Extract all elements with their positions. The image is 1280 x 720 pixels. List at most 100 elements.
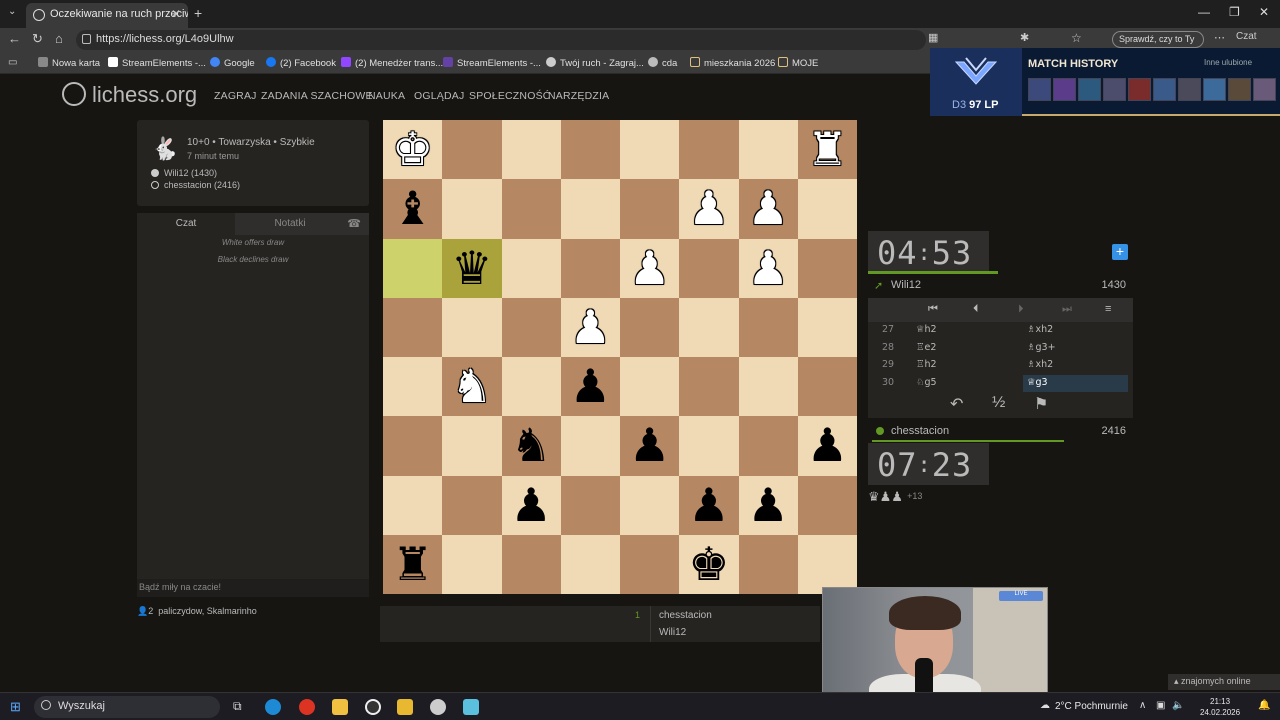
taskbar-search[interactable]: Wyszukaj: [34, 696, 220, 718]
white-rook[interactable]: ♜: [798, 120, 857, 179]
black-pawn[interactable]: ♟: [502, 476, 561, 535]
square-h4[interactable]: [383, 297, 443, 357]
nav-learn[interactable]: NAUKA: [368, 90, 405, 102]
other-favorites[interactable]: Inne ulubione: [1204, 58, 1252, 67]
square-d5[interactable]: [620, 357, 680, 417]
browser-tab[interactable]: Oczekiwanie na ruch przeciwnika ✕: [26, 3, 188, 28]
square-g6[interactable]: [442, 416, 502, 476]
square-d8[interactable]: [620, 534, 680, 594]
system-clock[interactable]: 21:13 24.02.2026: [1200, 696, 1240, 718]
last-move-icon[interactable]: ⏭: [1062, 303, 1072, 316]
extension-icon[interactable]: ▦: [928, 31, 938, 44]
white-pawn[interactable]: ♟: [679, 179, 738, 238]
white-move[interactable]: ♖e2: [916, 342, 936, 353]
white-player-line[interactable]: Wili12 (1430): [151, 168, 217, 178]
square-f3[interactable]: [501, 238, 561, 298]
next-move-icon[interactable]: ⏵: [1018, 303, 1024, 316]
black-move[interactable]: ♗g3+: [1023, 340, 1128, 357]
square-f5[interactable]: [501, 357, 561, 417]
square-a4[interactable]: [797, 297, 857, 357]
square-h3[interactable]: [383, 238, 443, 298]
tray-overflow-icon[interactable]: ∧: [1139, 700, 1146, 711]
square-g2[interactable]: [442, 179, 502, 239]
white-pawn[interactable]: ♟: [739, 179, 798, 238]
square-d7[interactable]: [620, 475, 680, 535]
bookmark-item[interactable]: cda: [648, 57, 677, 69]
square-d4[interactable]: [620, 297, 680, 357]
resign-flag-icon[interactable]: ⚑: [1034, 394, 1048, 414]
extensions-icon[interactable]: ✱: [1020, 31, 1029, 44]
black-pawn[interactable]: ♟: [739, 476, 798, 535]
close-tab-icon[interactable]: ✕: [171, 7, 181, 21]
copilot-button[interactable]: Czat: [1236, 31, 1257, 42]
file-explorer-icon[interactable]: [332, 699, 348, 715]
opponent-name[interactable]: Wili12: [891, 279, 921, 291]
square-a7[interactable]: [797, 475, 857, 535]
black-king[interactable]: ♚: [679, 535, 738, 594]
task-view-icon[interactable]: ⧉: [233, 699, 242, 714]
square-d2[interactable]: [620, 179, 680, 239]
white-king[interactable]: ♚: [383, 120, 442, 179]
square-f4[interactable]: [501, 297, 561, 357]
square-b4[interactable]: [738, 297, 798, 357]
windows-start-icon[interactable]: ⊞: [10, 699, 21, 715]
square-h5[interactable]: [383, 357, 443, 417]
square-b6[interactable]: [738, 416, 798, 476]
white-pawn[interactable]: ♟: [739, 239, 798, 298]
white-move[interactable]: ♘g5: [916, 377, 937, 388]
white-pawn[interactable]: ♟: [620, 239, 679, 298]
black-player-line[interactable]: chesstacion (2416): [151, 180, 240, 190]
black-pawn[interactable]: ♟: [798, 416, 857, 475]
square-e6[interactable]: [560, 416, 620, 476]
square-f8[interactable]: [501, 534, 561, 594]
sidebar-toggle-icon[interactable]: ▭: [8, 57, 17, 68]
url-field[interactable]: https://lichess.org/L4o9Ulhw: [76, 30, 926, 50]
square-a8[interactable]: [797, 534, 857, 594]
nav-watch[interactable]: OGLĄDAJ: [414, 90, 464, 102]
square-c6[interactable]: [679, 416, 739, 476]
nav-tools[interactable]: NARZĘDZIA: [548, 90, 609, 102]
site-info-icon[interactable]: [82, 34, 91, 44]
notepad-icon[interactable]: [463, 699, 479, 715]
square-e2[interactable]: [560, 179, 620, 239]
crosstable-player[interactable]: chesstacion: [659, 610, 712, 621]
square-c5[interactable]: [679, 357, 739, 417]
black-rook[interactable]: ♜: [383, 535, 442, 594]
bookmark-item[interactable]: (2) Facebook: [266, 57, 336, 69]
square-c1[interactable]: [679, 120, 739, 180]
close-window-icon[interactable]: ✕: [1259, 5, 1269, 19]
square-g4[interactable]: [442, 297, 502, 357]
more-menu-icon[interactable]: ⋯: [1214, 31, 1225, 44]
minimize-icon[interactable]: —: [1198, 5, 1210, 19]
black-pawn[interactable]: ♟: [620, 416, 679, 475]
lichess-logo[interactable]: lichess.org: [62, 82, 197, 108]
voice-chat-icon[interactable]: ☎: [347, 217, 361, 230]
friends-online-button[interactable]: ▴ znajomych online: [1168, 674, 1280, 690]
network-icon[interactable]: ▣: [1156, 700, 1165, 711]
offer-draw-button[interactable]: ½: [992, 394, 1005, 412]
bookmark-item[interactable]: (2) Menedżer trans...: [341, 57, 443, 69]
bookmark-item[interactable]: Twój ruch - Zagraj...: [546, 57, 644, 69]
tab-chat[interactable]: Czat: [137, 213, 235, 235]
bookmark-item[interactable]: StreamElements -...: [443, 57, 541, 69]
white-knight[interactable]: ♞: [442, 357, 501, 416]
square-e1[interactable]: [560, 120, 620, 180]
player-name[interactable]: chesstacion: [891, 425, 949, 437]
crosstable-player[interactable]: Wili12: [659, 627, 686, 638]
square-b8[interactable]: [738, 534, 798, 594]
weather-text[interactable]: 2°C Pochmurnie: [1055, 701, 1128, 712]
opera-icon[interactable]: [299, 699, 315, 715]
home-icon[interactable]: ⌂: [55, 31, 63, 46]
square-a3[interactable]: [797, 238, 857, 298]
black-move[interactable]: ♗xh2: [1023, 357, 1128, 374]
black-knight[interactable]: ♞: [502, 416, 561, 475]
new-tab-icon[interactable]: +: [194, 5, 202, 21]
square-g1[interactable]: [442, 120, 502, 180]
first-move-icon[interactable]: ⏮: [928, 303, 938, 316]
square-c4[interactable]: [679, 297, 739, 357]
bookmark-folder[interactable]: mieszkania 2026: [690, 57, 775, 69]
square-h7[interactable]: [383, 475, 443, 535]
nav-puzzles[interactable]: ZADANIA SZACHOWE: [261, 90, 373, 102]
bookmark-folder[interactable]: MOJE: [778, 57, 818, 69]
square-e8[interactable]: [560, 534, 620, 594]
